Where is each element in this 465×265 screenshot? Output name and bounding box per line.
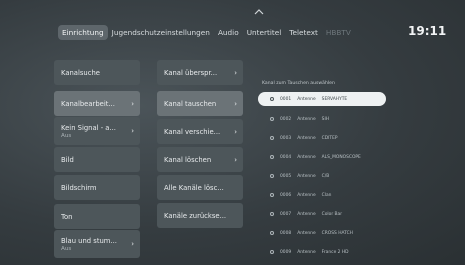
settings-tab-bar: Einrichtung Jugendschutzeinstellungen Au…	[58, 24, 355, 40]
menu-item-kein-signal[interactable]: Kein Signal - a... Aus ›	[54, 117, 140, 145]
menu-item-kanal-ueberspringen[interactable]: Kanal überspr... ›	[157, 60, 243, 85]
channel-source: Antenne	[297, 249, 316, 255]
radio-icon	[270, 174, 274, 178]
menu-item-label: Kanalsuche	[61, 68, 100, 77]
menu-item-label: Kanal verschie...	[164, 127, 221, 136]
channel-list-item[interactable]: 0003 Antenne CDITEP	[258, 131, 386, 145]
tab-einrichtung[interactable]: Einrichtung	[58, 24, 108, 40]
channel-source: Antenne	[297, 154, 316, 160]
menu-item-label: Kanal löschen	[164, 155, 212, 164]
menu-item-bildschirm[interactable]: Bildschirm	[54, 175, 140, 200]
radio-icon	[270, 212, 274, 216]
channel-source: Antenne	[297, 192, 316, 198]
menu-item-kanal-tauschen[interactable]: Kanal tauschen ›	[157, 91, 243, 116]
channel-number: 0009	[280, 249, 292, 255]
channel-source: Antenne	[297, 211, 316, 217]
menu-item-kanalsuche[interactable]: Kanalsuche	[54, 60, 140, 85]
chevron-right-icon: ›	[131, 99, 134, 108]
channel-number: 0005	[280, 173, 292, 179]
channel-name: C/B	[321, 173, 330, 179]
channel-number: 0002	[280, 116, 292, 122]
menu-item-label: Kein Signal - a...	[61, 123, 116, 132]
channel-list-item[interactable]: 0007 Antenne Color Bar	[258, 207, 386, 221]
menu-item-label: Kanalbearbeit...	[61, 99, 115, 108]
radio-icon	[270, 193, 274, 197]
channel-list-item[interactable]: 0004 Antenne ALS_MONOSCOPE	[258, 150, 386, 164]
menu-item-label: Ton	[61, 212, 73, 221]
chevron-right-icon: ›	[131, 127, 134, 135]
menu-item-ton[interactable]: Ton	[54, 204, 140, 229]
panel-title: Kanal zum Tauschen auswählen	[262, 81, 335, 86]
tab-jugendschutz[interactable]: Jugendschutzeinstellungen	[108, 25, 214, 40]
menu-item-kanalbearbeitung[interactable]: Kanalbearbeit... ›	[54, 91, 140, 116]
channel-number: 0001	[280, 96, 292, 102]
radio-icon	[270, 250, 274, 254]
channel-name: CROSS HATCH	[321, 230, 353, 236]
menu-item-label: Kanal überspr...	[164, 68, 218, 77]
channel-number: 0007	[280, 211, 292, 217]
channel-source: Antenne	[297, 173, 316, 179]
channel-name: SERVAHYTE	[321, 96, 348, 102]
chevron-right-icon: ›	[234, 68, 237, 77]
menu-item-kanaele-zuruecksetzen[interactable]: Kanäle zurückse...	[157, 203, 243, 228]
menu-item-value: Aus	[61, 132, 72, 139]
menu-item-blau-und-stumm[interactable]: Blau und stum... Aus ›	[54, 230, 140, 258]
menu-item-label: Kanal tauschen	[164, 99, 217, 108]
menu-item-label: Alle Kanäle lösc...	[164, 183, 224, 192]
tab-hbbtv[interactable]: HBBTV	[322, 25, 355, 40]
tab-teletext[interactable]: Teletext	[285, 25, 322, 40]
channel-number: 0003	[280, 135, 292, 141]
channel-name: Clan	[321, 192, 332, 198]
channel-name: France 2 HD	[321, 249, 349, 255]
chevron-up-icon	[254, 9, 264, 15]
menu-item-label: Bild	[61, 155, 74, 164]
channel-name: Color Bar	[321, 211, 343, 217]
radio-icon	[270, 136, 274, 140]
channel-name: ALS_MONOSCOPE	[321, 154, 361, 160]
chevron-right-icon: ›	[234, 127, 237, 136]
channel-number: 0006	[280, 192, 292, 198]
channel-list-item[interactable]: 0005 Antenne C/B	[258, 169, 386, 183]
channel-source: Antenne	[297, 135, 316, 141]
tab-untertitel[interactable]: Untertitel	[243, 25, 286, 40]
chevron-right-icon: ›	[234, 99, 237, 108]
menu-item-bild[interactable]: Bild	[54, 147, 140, 172]
chevron-right-icon: ›	[131, 240, 134, 248]
menu-item-label: Bildschirm	[61, 183, 97, 192]
menu-item-value: Aus	[61, 245, 72, 252]
chevron-right-icon: ›	[234, 155, 237, 164]
channel-source: Antenne	[297, 230, 316, 236]
menu-item-kanal-loeschen[interactable]: Kanal löschen ›	[157, 147, 243, 172]
channel-list-item[interactable]: 0008 Antenne CROSS HATCH	[258, 226, 386, 240]
menu-item-alle-kanaele-loeschen[interactable]: Alle Kanäle lösc...	[157, 175, 243, 200]
menu-item-label: Kanäle zurückse...	[164, 211, 227, 220]
channel-name: CDITEP	[321, 135, 338, 141]
clock: 19:11	[408, 24, 447, 38]
radio-icon	[270, 117, 274, 121]
channel-name: SIH	[321, 116, 330, 122]
radio-icon	[270, 231, 274, 235]
channel-list-item[interactable]: 0006 Antenne Clan	[258, 188, 386, 202]
channel-list-item[interactable]: 0009 Antenne France 2 HD	[258, 245, 386, 259]
channel-number: 0004	[280, 154, 292, 160]
radio-icon	[270, 155, 274, 159]
channel-list-item[interactable]: 0002 Antenne SIH	[258, 112, 386, 126]
channel-source: Antenne	[297, 116, 316, 122]
tab-audio[interactable]: Audio	[214, 25, 243, 40]
menu-item-kanal-verschieben[interactable]: Kanal verschie... ›	[157, 119, 243, 144]
channel-source: Antenne	[297, 96, 316, 102]
channel-number: 0008	[280, 230, 292, 236]
menu-item-label: Blau und stum...	[61, 236, 117, 245]
radio-icon	[270, 97, 274, 101]
channel-list-item[interactable]: 0001 Antenne SERVAHYTE	[258, 92, 386, 106]
